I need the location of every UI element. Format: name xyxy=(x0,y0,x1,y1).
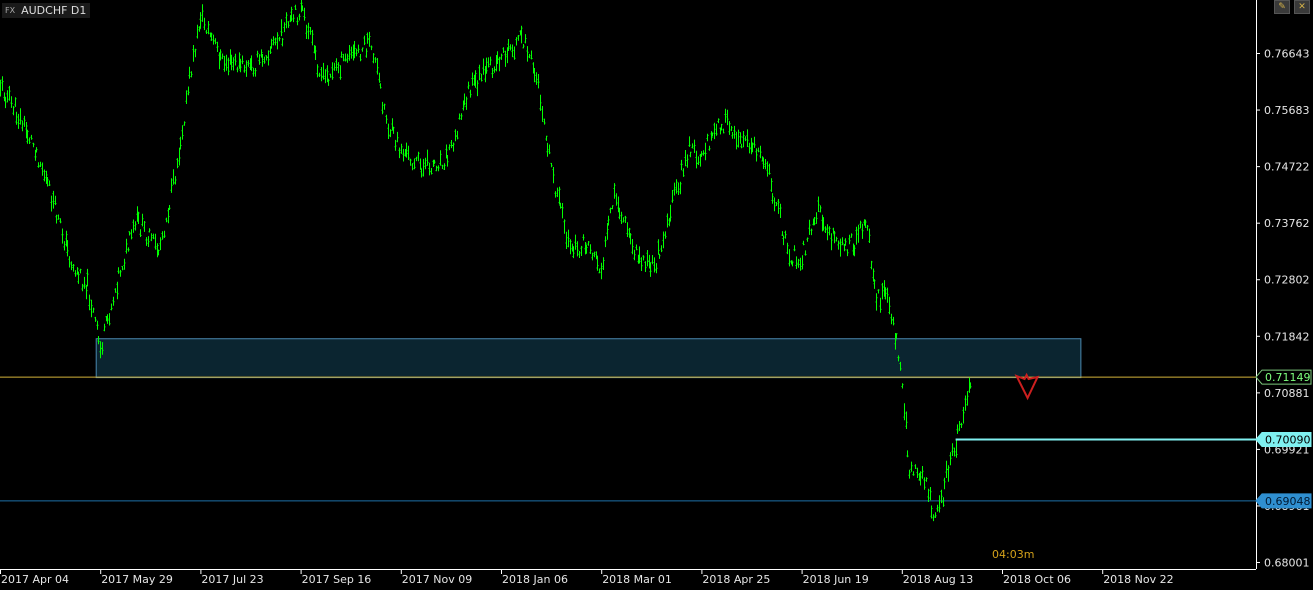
x-tick-label: 2018 Mar 01 xyxy=(602,573,672,586)
y-tick-label: 0.75683 xyxy=(1264,104,1310,117)
sell-arrow-icon xyxy=(1014,372,1040,401)
symbol-timeframe-label: AUDCHF D1 xyxy=(21,4,87,17)
pencil-icon[interactable]: ✎ xyxy=(1274,0,1290,14)
x-tick-label: 2017 Sep 16 xyxy=(302,573,372,586)
x-tick-label: 2017 Nov 09 xyxy=(402,573,472,586)
y-tick-label: 0.68001 xyxy=(1264,557,1310,570)
support-price-tag-label: 0.69048 xyxy=(1265,495,1311,508)
y-tick-label: 0.70881 xyxy=(1264,387,1310,400)
x-tick-label: 2018 Oct 06 xyxy=(1003,573,1071,586)
price-bars xyxy=(0,0,972,522)
resistance-zone[interactable] xyxy=(95,338,1082,379)
current-price-tag-label: 0.71149 xyxy=(1265,371,1311,384)
close-icon[interactable]: ✕ xyxy=(1294,0,1310,14)
y-tick-label: 0.74722 xyxy=(1264,161,1310,174)
symbol-badge[interactable]: FX AUDCHF D1 xyxy=(2,3,91,18)
x-tick-label: 2018 Jan 06 xyxy=(502,573,568,586)
y-tick-label: 0.72802 xyxy=(1264,274,1310,287)
x-tick-label: 2017 May 29 xyxy=(101,573,173,586)
y-tick-label: 0.71842 xyxy=(1264,330,1310,343)
x-tick-label: 2017 Apr 04 xyxy=(1,573,69,586)
x-tick-label: 2018 Aug 13 xyxy=(903,573,973,586)
x-tick-label: 2018 Apr 25 xyxy=(702,573,770,586)
fx-badge-label: FX xyxy=(5,6,16,15)
y-tick-label: 0.76643 xyxy=(1264,48,1310,61)
x-tick-label: 2017 Jul 23 xyxy=(201,573,263,586)
x-tick-label: 2018 Nov 22 xyxy=(1103,573,1173,586)
candle-timer: 04:03m xyxy=(992,548,1035,561)
price-chart[interactable]: 0.76643 0.75683 0.74722 0.73762 0.72802 0.718… xyxy=(0,0,1313,590)
y-tick-label: 0.73762 xyxy=(1264,217,1310,230)
x-tick-label: 2018 Jun 19 xyxy=(803,573,869,586)
price-bar-series xyxy=(0,0,972,522)
level-price-tag-label: 0.70090 xyxy=(1265,433,1311,446)
